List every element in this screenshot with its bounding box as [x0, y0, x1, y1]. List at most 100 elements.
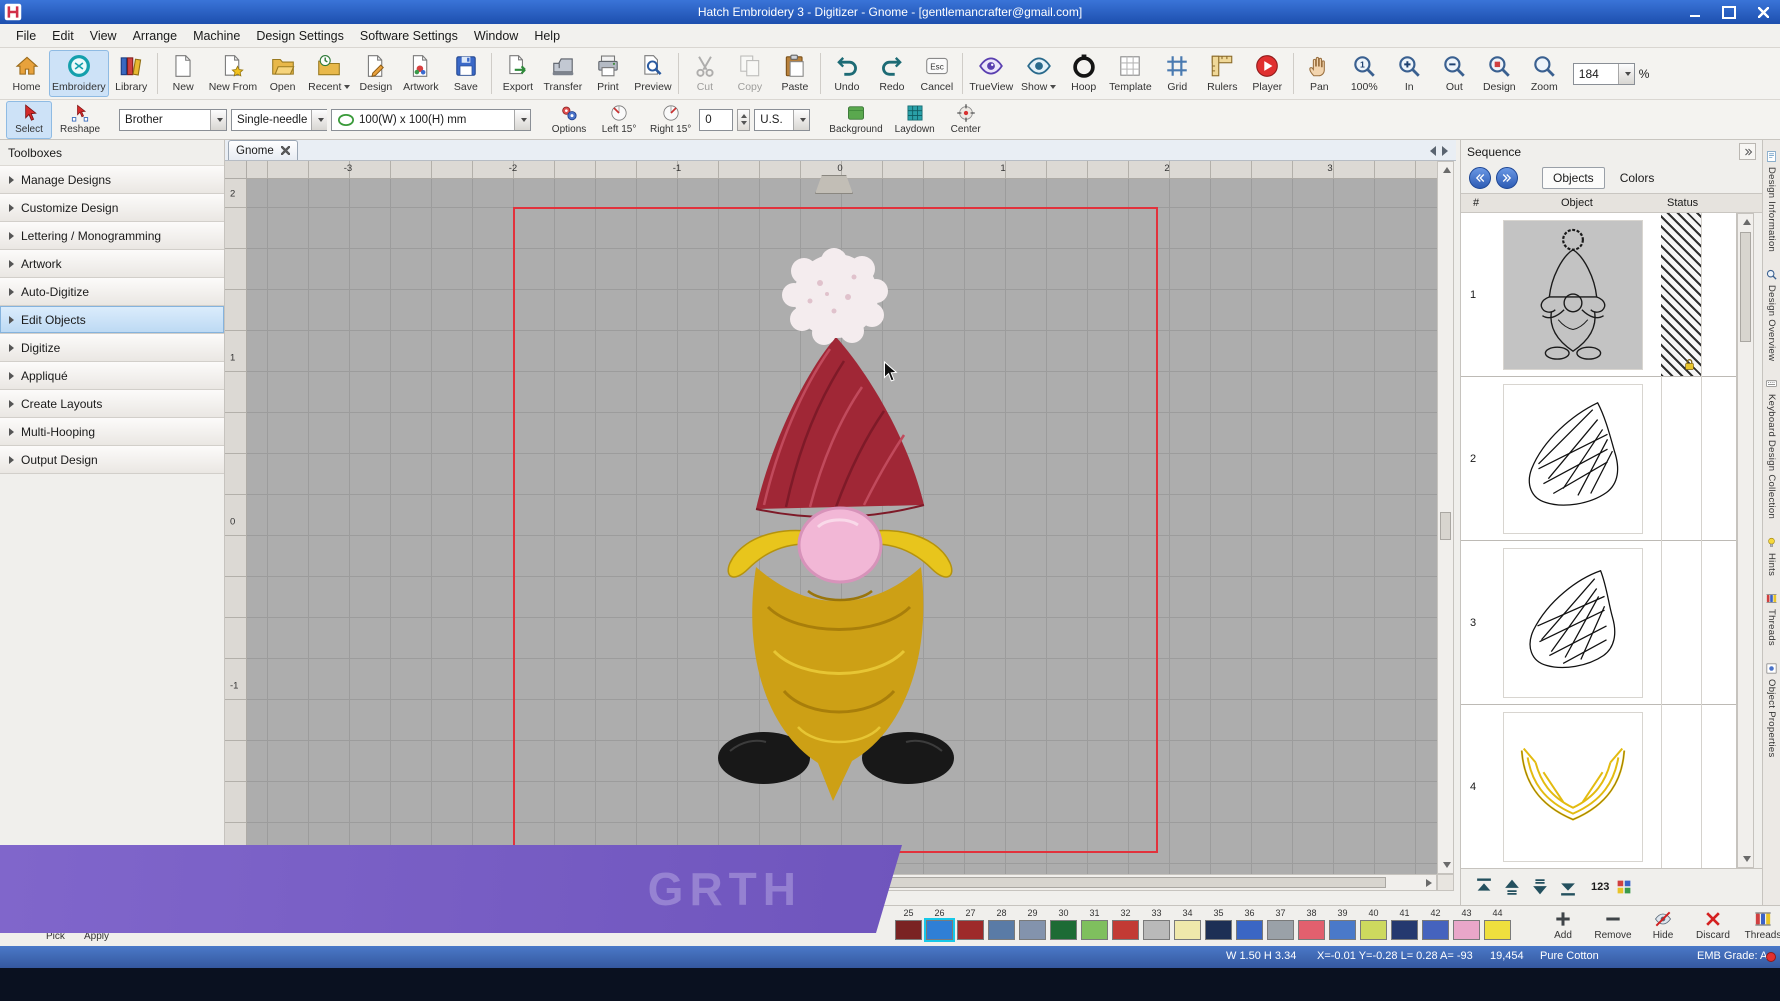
resequence-by-color-button[interactable]: [1615, 878, 1633, 896]
toolbox-item-artwork[interactable]: Artwork: [0, 250, 224, 278]
toolbox-item-manage-designs[interactable]: Manage Designs: [0, 166, 224, 194]
object-thumbnail-scribble-hat-2[interactable]: [1503, 548, 1643, 698]
center-design-button[interactable]: Center: [943, 101, 989, 139]
sequence-row-4[interactable]: 4: [1461, 705, 1736, 868]
dropdown-arrow-icon[interactable]: [210, 110, 226, 130]
menu-help[interactable]: Help: [526, 26, 568, 46]
thread-swatch-28[interactable]: 28: [986, 908, 1017, 940]
object-thumbnail-gnome-outline[interactable]: [1503, 220, 1643, 370]
toolbox-item-appliqu[interactable]: Appliqué: [0, 362, 224, 390]
thread-swatch-33[interactable]: 33: [1141, 908, 1172, 940]
thread-swatch-43[interactable]: 43: [1451, 908, 1482, 940]
toolbar-button-show[interactable]: Show: [1016, 50, 1061, 97]
thread-swatch-35[interactable]: 35: [1203, 908, 1234, 940]
dropdown-arrow-icon[interactable]: [514, 110, 530, 130]
toolbar-button-new-from[interactable]: New From: [206, 50, 260, 97]
toolbar-button-redo[interactable]: Redo: [869, 50, 914, 97]
thread-swatch-26[interactable]: 26: [924, 908, 955, 940]
side-tab-design-information[interactable]: Design Information: [1765, 150, 1778, 252]
thread-swatch-32[interactable]: 32: [1110, 908, 1141, 940]
object-thumbnail-scribble-beard[interactable]: [1503, 712, 1643, 862]
machine-dropdown[interactable]: Brother: [119, 109, 227, 131]
options-button[interactable]: Options: [546, 101, 592, 139]
tab-close-icon[interactable]: [281, 146, 290, 155]
design-canvas[interactable]: [247, 179, 1437, 874]
units-dropdown[interactable]: U.S.: [754, 109, 810, 131]
thread-swatch-36[interactable]: 36: [1234, 908, 1265, 940]
toolbox-item-create-layouts[interactable]: Create Layouts: [0, 390, 224, 418]
toolbox-item-lettering-monogramming[interactable]: Lettering / Monogramming: [0, 222, 224, 250]
tab-colors[interactable]: Colors: [1610, 167, 1665, 189]
toolbar-button-rulers[interactable]: Rulers: [1200, 50, 1245, 97]
thread-swatch-27[interactable]: 27: [955, 908, 986, 940]
sequence-scroll-thumb[interactable]: [1740, 232, 1751, 342]
remove-button[interactable]: Remove: [1590, 907, 1636, 941]
needle-right-15-button[interactable]: Right 15°: [646, 101, 695, 139]
scroll-up-icon[interactable]: [1743, 219, 1751, 225]
laydown-button[interactable]: Laydown: [891, 101, 939, 139]
toolbar-button-open[interactable]: Open: [260, 50, 305, 97]
dropdown-arrow-icon[interactable]: [793, 110, 809, 130]
zoom-level-combobox[interactable]: 184: [1573, 63, 1635, 85]
sequence-prev-button[interactable]: [1469, 167, 1491, 189]
toolbar-button-undo[interactable]: Undo: [824, 50, 869, 97]
toolbox-item-digitize[interactable]: Digitize: [0, 334, 224, 362]
toolbar-button-design[interactable]: Design: [353, 50, 398, 97]
select-tool-button[interactable]: Select: [6, 101, 52, 139]
toolbox-item-customize-design[interactable]: Customize Design: [0, 194, 224, 222]
thread-swatch-42[interactable]: 42: [1420, 908, 1451, 940]
object-thumbnail-scribble-hat-1[interactable]: [1503, 384, 1643, 534]
toolbar-button-pan[interactable]: Pan: [1297, 50, 1342, 97]
dropdown-arrow-icon[interactable]: [311, 110, 327, 130]
scroll-right-icon[interactable]: [1426, 879, 1432, 887]
toolbox-item-output-design[interactable]: Output Design: [0, 446, 224, 474]
toolbar-button-in[interactable]: In: [1387, 50, 1432, 97]
menu-file[interactable]: File: [8, 26, 44, 46]
side-tab-threads[interactable]: Threads: [1765, 592, 1778, 646]
maximize-button[interactable]: [1712, 0, 1746, 24]
move-to-start-button[interactable]: [1473, 876, 1495, 898]
menu-arrange[interactable]: Arrange: [125, 26, 185, 46]
hoop-size-dropdown[interactable]: 100(W) x 100(H) mm: [331, 109, 531, 131]
menu-view[interactable]: View: [82, 26, 125, 46]
toolbox-item-edit-objects[interactable]: Edit Objects: [0, 306, 224, 334]
document-tab-gnome[interactable]: Gnome: [228, 140, 298, 160]
move-up-button[interactable]: [1501, 876, 1523, 898]
toolbar-button-design[interactable]: Design: [1477, 50, 1522, 97]
thread-swatch-44[interactable]: 44: [1482, 908, 1513, 940]
panel-collapse-button[interactable]: [1739, 143, 1756, 160]
thread-swatch-40[interactable]: 40: [1358, 908, 1389, 940]
sequence-row-3[interactable]: 3: [1461, 541, 1736, 705]
toolbar-button-print[interactable]: Print: [585, 50, 630, 97]
thread-swatch-31[interactable]: 31: [1079, 908, 1110, 940]
discard-button[interactable]: Discard: [1690, 907, 1736, 941]
toolbar-button-artwork[interactable]: Artwork: [398, 50, 443, 97]
toolbar-button-recent[interactable]: Recent: [305, 50, 353, 97]
toolbar-button-export[interactable]: Export: [495, 50, 540, 97]
menu-edit[interactable]: Edit: [44, 26, 82, 46]
gnome-embroidery-design[interactable]: [702, 239, 972, 814]
canvas-vertical-scrollbar[interactable]: [1437, 161, 1454, 874]
needle-dropdown[interactable]: Single-needle: [231, 109, 327, 131]
side-tab-hints[interactable]: Hints: [1765, 536, 1778, 576]
move-down-button[interactable]: [1529, 876, 1551, 898]
vertical-ruler[interactable]: 210-1-2: [225, 179, 247, 874]
scroll-down-icon[interactable]: [1443, 862, 1451, 868]
toolbar-button-save[interactable]: Save: [443, 50, 488, 97]
toolbar-button-preview[interactable]: Preview: [630, 50, 675, 97]
toolbox-item-auto-digitize[interactable]: Auto-Digitize: [0, 278, 224, 306]
minimize-button[interactable]: [1678, 0, 1712, 24]
thread-swatch-39[interactable]: 39: [1327, 908, 1358, 940]
toolbar-button-library[interactable]: Library: [109, 50, 154, 97]
tab-objects[interactable]: Objects: [1542, 167, 1605, 189]
tab-scroll-right-icon[interactable]: [1442, 146, 1448, 156]
toolbar-button-transfer[interactable]: Transfer: [540, 50, 585, 97]
threads-button[interactable]: Threads: [1740, 907, 1780, 941]
reshape-tool-button[interactable]: Reshape: [56, 101, 104, 139]
thread-swatch-29[interactable]: 29: [1017, 908, 1048, 940]
toolbar-button-new[interactable]: New: [161, 50, 206, 97]
scroll-down-icon[interactable]: [1743, 856, 1751, 862]
zoom-dropdown-arrow-icon[interactable]: [1618, 64, 1634, 84]
toolbar-button-hoop[interactable]: Hoop: [1061, 50, 1106, 97]
toolbar-button-embroidery[interactable]: Embroidery: [49, 50, 109, 97]
